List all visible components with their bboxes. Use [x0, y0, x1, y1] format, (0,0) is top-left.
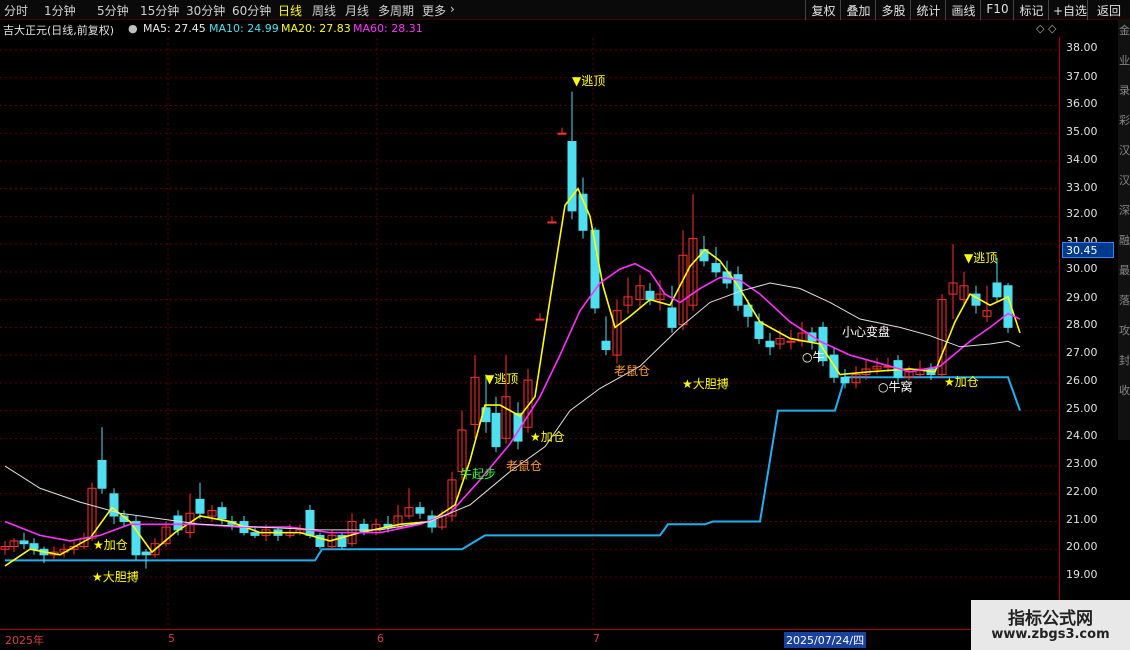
candle-body: [141, 551, 151, 556]
watermark-url: www.zbgs3.com: [991, 627, 1110, 642]
candle-body: [217, 507, 227, 520]
side-strip-char: 业: [1119, 54, 1130, 67]
watermark-logo: 指标公式网 www.zbgs3.com: [971, 600, 1130, 650]
signal-add-position: ★加仓: [93, 538, 128, 552]
price-tick: 24.00: [1066, 429, 1098, 442]
candle-body: [992, 282, 1002, 298]
candle-body: [491, 412, 501, 448]
candle-body: [645, 290, 655, 301]
candle-body: [250, 532, 260, 536]
candle-body: [173, 515, 183, 531]
side-strip-char: 落: [1119, 294, 1130, 307]
price-tick: 22.00: [1066, 485, 1098, 498]
price-tick: 26.00: [1066, 374, 1098, 387]
price-tick: 21.00: [1066, 513, 1098, 526]
signal-bull: ○牛: [802, 350, 825, 364]
signal-escape-top: ▼逃顶: [485, 372, 519, 386]
candle-body: [195, 498, 205, 514]
price-tick: 28.00: [1066, 318, 1098, 331]
price-tick: 37.00: [1066, 70, 1098, 83]
side-strip-char: 彩: [1119, 114, 1130, 127]
watermark-title: 指标公式网: [1008, 609, 1093, 629]
ma10-line: [4, 262, 1021, 542]
candle-body: [840, 376, 850, 384]
side-strip-char: 最: [1119, 264, 1130, 277]
signal-bold: ★大胆搏: [682, 377, 729, 391]
side-strip-char: 封: [1119, 354, 1130, 367]
date-label: 2025年: [5, 634, 44, 647]
side-strip-char: 收: [1119, 384, 1130, 397]
side-strip-char: 汉: [1119, 144, 1130, 157]
price-tick: 36.00: [1066, 97, 1098, 110]
price-tick: 32.00: [1066, 207, 1098, 220]
candle-body: [415, 507, 425, 514]
candle-body: [754, 321, 764, 339]
signal-bull-nest: ○牛窝: [878, 380, 913, 394]
date-axis: 2025年 5 6 7 2025/07/24/四: [0, 629, 1060, 650]
side-strip-char: 汉: [1119, 174, 1130, 187]
side-strip-char: 攻: [1119, 324, 1130, 337]
signal-escape-top: ▼逃顶: [572, 74, 606, 88]
candle-body: [29, 543, 39, 550]
price-grid: [0, 38, 1060, 629]
date-cursor-label: 2025/07/24/四: [784, 632, 867, 648]
side-strip-char: 录: [1119, 84, 1130, 97]
side-strip-char: 金: [1119, 24, 1130, 37]
candle-body: [601, 340, 611, 351]
price-tick: 20.00: [1066, 540, 1098, 553]
price-tick: 29.00: [1066, 291, 1098, 304]
price-tick: 33.00: [1066, 181, 1098, 194]
signal-careful: 小心变盘: [842, 325, 891, 339]
price-tick: 30.00: [1066, 262, 1098, 275]
candle-body: [667, 307, 677, 328]
price-tick: 23.00: [1066, 457, 1098, 470]
side-strip-char: 深: [1119, 204, 1130, 217]
signal-bold: ★大胆搏: [92, 570, 139, 584]
side-strip-char: 融: [1119, 234, 1130, 247]
price-tick: 38.00: [1066, 41, 1098, 54]
date-label: 6: [377, 632, 384, 645]
price-tick: 27.00: [1066, 346, 1098, 359]
candle-body: [305, 509, 315, 536]
price-tick: 19.00: [1066, 568, 1098, 581]
price-tick: 25.00: [1066, 402, 1098, 415]
ma20-line: [4, 282, 1021, 531]
signal-bull-start: 牛起步: [460, 467, 497, 481]
price-tick: 34.00: [1066, 153, 1098, 166]
candle-body: [535, 318, 545, 321]
candle-body: [557, 132, 567, 135]
date-label: 5: [168, 632, 175, 645]
candle-body: [97, 460, 107, 489]
date-label: 7: [593, 632, 600, 645]
signal-add-position: ★加仓: [944, 375, 979, 389]
back-button[interactable]: 返回: [1087, 0, 1130, 20]
candle-body: [711, 263, 721, 273]
candle-body: [786, 340, 796, 343]
signal-add-position: ★加仓: [530, 430, 565, 444]
signal-escape-top: ▼逃顶: [964, 251, 998, 265]
candle-body: [765, 340, 775, 348]
price-tick: 35.00: [1066, 125, 1098, 138]
candle-body: [19, 540, 29, 545]
current-price-tag: 30.45: [1062, 242, 1114, 258]
kline-chart[interactable]: [0, 0, 1060, 629]
signal-rat-position: 老鼠仓: [506, 459, 543, 473]
candle-body: [547, 221, 557, 224]
signal-rat-position: 老鼠仓: [614, 364, 651, 378]
